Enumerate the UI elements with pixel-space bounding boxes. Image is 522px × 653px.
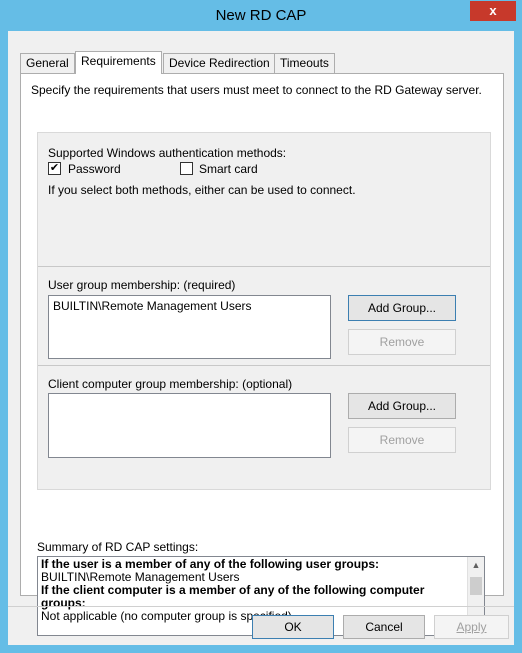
smartcard-label: Smart card (199, 162, 258, 176)
list-item[interactable]: BUILTIN\Remote Management Users (53, 299, 326, 313)
tab-general[interactable]: General (20, 53, 75, 73)
add-user-group-button[interactable]: Add Group... (348, 295, 456, 321)
requirements-group: Supported Windows authentication methods… (37, 132, 491, 490)
cancel-button[interactable]: Cancel (343, 615, 425, 639)
summary-label: Summary of RD CAP settings: (37, 540, 199, 554)
auth-methods-heading: Supported Windows authentication methods… (48, 146, 287, 160)
title-bar[interactable]: New RD CAP x (0, 0, 522, 31)
remove-client-group-button[interactable]: Remove (348, 427, 456, 453)
user-group-label: User group membership: (required) (48, 278, 236, 292)
tab-device-redirection[interactable]: Device Redirection (163, 53, 276, 73)
user-group-list[interactable]: BUILTIN\Remote Management Users (48, 295, 331, 359)
separator (38, 365, 490, 366)
tab-timeouts[interactable]: Timeouts (274, 53, 335, 73)
window-title: New RD CAP (215, 7, 307, 24)
footer-separator (8, 606, 514, 607)
scroll-thumb[interactable] (470, 577, 482, 595)
scroll-up-icon[interactable]: ▲ (468, 557, 484, 573)
separator (38, 266, 490, 267)
requirements-panel: Specify the requirements that users must… (20, 73, 504, 636)
dialog-client-area: General Requirements Device Redirection … (8, 31, 514, 645)
tab-requirements[interactable]: Requirements (75, 51, 162, 74)
add-client-group-button[interactable]: Add Group... (348, 393, 456, 419)
dialog-window: New RD CAP x General Requirements Device… (0, 0, 522, 653)
both-methods-note: If you select both methods, either can b… (48, 183, 356, 197)
ok-button[interactable]: OK (252, 615, 334, 639)
remove-user-group-button[interactable]: Remove (348, 329, 456, 355)
client-group-list[interactable] (48, 393, 331, 458)
requirements-description: Specify the requirements that users must… (31, 83, 482, 97)
apply-button[interactable]: Apply (434, 615, 509, 639)
password-checkbox[interactable]: ✔ (48, 162, 61, 175)
password-label: Password (68, 162, 121, 176)
client-group-label: Client computer group membership: (optio… (48, 377, 293, 391)
smartcard-checkbox[interactable] (180, 162, 193, 175)
close-button[interactable]: x (470, 1, 516, 21)
